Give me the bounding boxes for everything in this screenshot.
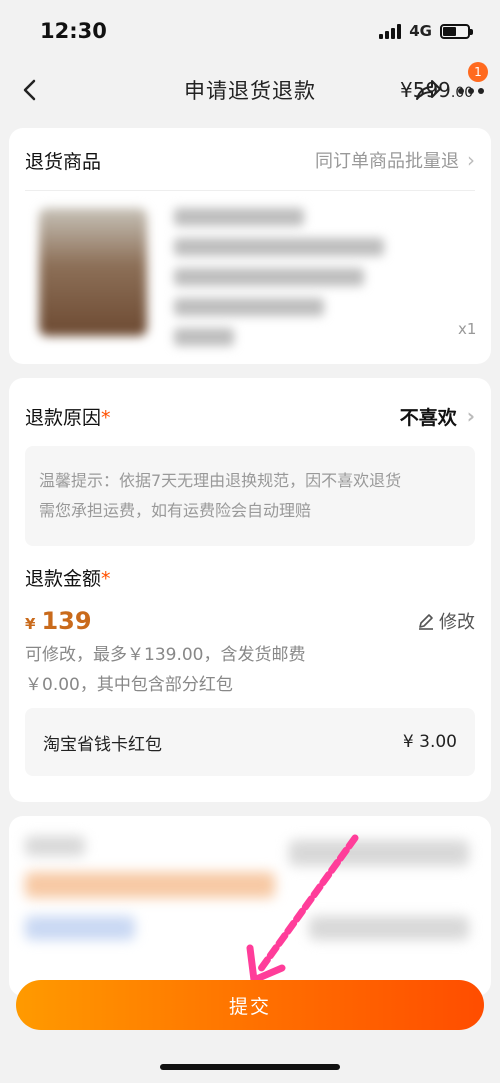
refund-reason-label: 退款原因*	[25, 403, 111, 430]
amount-note-line-1: 可修改，最多￥139.00，含发货邮费	[25, 645, 306, 665]
refund-amount-row: ¥139 修改	[25, 604, 475, 638]
refund-amount-text: 退款金额	[25, 568, 102, 590]
chevron-right-icon: ›	[466, 404, 475, 428]
price-integer: ¥599	[400, 78, 451, 102]
tip-line-2: 需您承担运费，如有运费险会自动理赔	[39, 501, 312, 520]
status-indicators: 4G	[379, 22, 473, 40]
redpack-label: 淘宝省钱卡红包	[43, 734, 162, 755]
price-decimal: .00	[450, 85, 474, 101]
required-mark: *	[101, 568, 111, 590]
return-goods-header: 退货商品 同订单商品批量退 ›	[25, 142, 475, 178]
refund-tip: 温馨提示：依据7天无理由退换规范，因不喜欢退货 需您承担运费，如有运费险会自动理…	[25, 446, 475, 546]
refund-reason-value: 不喜欢	[399, 406, 457, 429]
divider	[25, 190, 475, 191]
refund-amount-label: 退款金额*	[25, 564, 111, 591]
product-quantity: x1	[458, 320, 477, 338]
battery-icon	[440, 23, 473, 39]
back-button[interactable]	[14, 74, 46, 106]
required-mark: *	[101, 406, 111, 429]
amount-note-line-2: ￥0.00，其中包含部分红包	[25, 675, 233, 695]
redpack-row: 淘宝省钱卡红包 ¥ 3.00	[25, 708, 475, 776]
batch-return-link[interactable]: 同订单商品批量退 ›	[315, 147, 475, 173]
amount-note: 可修改，最多￥139.00，含发货邮费 ￥0.00，其中包含部分红包	[25, 640, 305, 700]
status-bar: 12:30 4G	[0, 0, 500, 62]
pencil-icon	[419, 614, 433, 630]
home-indicator	[160, 1064, 340, 1070]
chevron-right-icon: ›	[467, 148, 475, 172]
status-time: 12:30	[40, 19, 107, 43]
blurred-text	[25, 916, 135, 940]
page-title: 申请退货退款	[184, 79, 316, 103]
product-image[interactable]	[39, 208, 147, 336]
refund-amount: ¥139	[25, 607, 92, 635]
refund-reason-select[interactable]: 不喜欢 ›	[400, 403, 475, 430]
chevron-left-icon	[23, 79, 36, 101]
edit-amount-label: 修改	[439, 612, 475, 633]
return-goods-card: 退货商品 同订单商品批量退 ›	[9, 128, 491, 364]
amount-value: 139	[41, 607, 92, 635]
product-price: ¥599.00	[400, 78, 473, 102]
network-label: 4G	[409, 22, 432, 40]
refund-reason-row[interactable]: 退款原因* 不喜欢 ›	[25, 398, 475, 434]
refund-card: 退款原因* 不喜欢 › 温馨提示：依据7天无理由退换规范，因不喜欢退货 需您承担…	[9, 378, 491, 802]
batch-return-label: 同订单商品批量退	[315, 151, 459, 172]
submit-label: 提交	[228, 995, 271, 1018]
annotation-arrow-icon	[246, 834, 359, 984]
product-title-blurred	[174, 208, 394, 358]
amount-currency: ¥	[25, 615, 36, 633]
refund-reason-text: 退款原因	[25, 406, 102, 429]
submit-button[interactable]: 提交	[16, 980, 484, 1030]
return-goods-title: 退货商品	[25, 150, 102, 173]
redpack-value: ¥ 3.00	[402, 732, 457, 752]
signal-icon	[379, 23, 402, 39]
blurred-text	[25, 836, 85, 856]
tip-line-1: 温馨提示：依据7天无理由退换规范，因不喜欢退货	[39, 471, 402, 490]
edit-amount-button[interactable]: 修改	[417, 608, 475, 634]
